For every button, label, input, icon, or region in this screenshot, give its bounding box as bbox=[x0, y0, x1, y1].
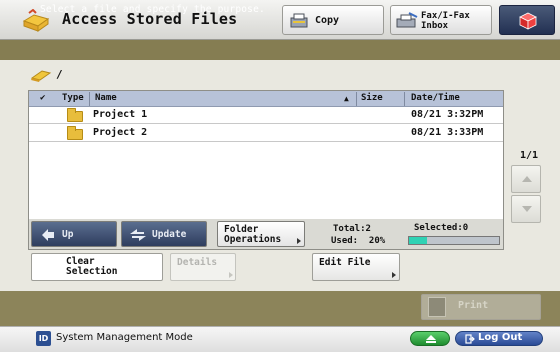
main-menu-button[interactable] bbox=[499, 5, 555, 35]
col-date[interactable]: Date/Time bbox=[411, 93, 460, 107]
menu-cube-icon bbox=[517, 10, 539, 32]
total-count: Total:2 Used: 20% bbox=[331, 223, 386, 247]
col-divider bbox=[404, 92, 405, 106]
file-name: Project 1 bbox=[93, 109, 148, 120]
arrow-down-icon bbox=[522, 206, 532, 212]
copy-label: Copy bbox=[315, 15, 340, 26]
selected-count: Selected:0 bbox=[414, 223, 469, 233]
folder-operations-button[interactable]: Folder Operations bbox=[217, 221, 305, 247]
col-divider bbox=[356, 92, 357, 106]
list-item[interactable]: Project 2 08/21 3:33PM bbox=[29, 126, 503, 142]
logout-icon bbox=[465, 334, 475, 344]
used-label: Used: 20% bbox=[331, 236, 386, 246]
id-badge-icon: ID bbox=[36, 331, 51, 346]
file-name: Project 2 bbox=[93, 127, 148, 138]
eject-button[interactable] bbox=[410, 331, 450, 346]
copy-icon bbox=[289, 12, 311, 30]
col-name[interactable]: Name bbox=[95, 93, 117, 107]
submenu-arrow-icon bbox=[392, 272, 396, 278]
system-mode-text: System Management Mode bbox=[56, 332, 193, 343]
instruction-bar bbox=[0, 40, 560, 60]
fax-icon bbox=[395, 12, 419, 30]
list-item[interactable]: Project 1 08/21 3:32PM bbox=[29, 108, 503, 124]
edit-file-button[interactable]: Edit File bbox=[312, 253, 400, 281]
col-check-icon[interactable]: ✔ bbox=[40, 93, 45, 107]
current-path: / bbox=[56, 68, 63, 81]
submenu-arrow-icon bbox=[229, 272, 233, 278]
fax-label-line1: Fax/I-Fax bbox=[421, 11, 470, 21]
clear-selection-button[interactable]: Clear Selection bbox=[31, 253, 163, 281]
details-button[interactable]: Details bbox=[170, 253, 236, 281]
up-button[interactable]: Up bbox=[31, 221, 117, 247]
folder-path-icon bbox=[30, 68, 52, 82]
col-divider bbox=[89, 92, 90, 106]
fax-inbox-button[interactable]: Fax/I-Fax Inbox bbox=[390, 5, 492, 35]
arrow-up-icon bbox=[522, 176, 532, 182]
eject-icon bbox=[425, 335, 437, 343]
copy-button[interactable]: Copy bbox=[282, 5, 384, 35]
folder-icon bbox=[67, 126, 83, 140]
page-up-button[interactable] bbox=[511, 165, 541, 193]
sort-ascending-icon[interactable]: ▲ bbox=[344, 94, 349, 108]
details-label: Details bbox=[177, 257, 218, 268]
col-type[interactable]: Type bbox=[62, 93, 84, 107]
refresh-icon bbox=[128, 228, 148, 242]
folder-ops-line2: Operations bbox=[224, 234, 282, 245]
update-label: Update bbox=[152, 229, 187, 240]
fax-label-line2: Inbox bbox=[421, 21, 449, 31]
print-label: Print bbox=[458, 300, 489, 311]
memory-usage-fill bbox=[409, 237, 427, 244]
logout-label: Log Out bbox=[478, 332, 523, 343]
total-label: Total:2 bbox=[333, 224, 371, 234]
page-indicator: 1/1 bbox=[520, 150, 539, 161]
submenu-arrow-icon bbox=[297, 238, 301, 244]
clear-line2: Selection bbox=[66, 266, 118, 277]
col-size[interactable]: Size bbox=[361, 93, 383, 107]
update-button[interactable]: Update bbox=[121, 221, 207, 247]
instruction-text: Select a file and specify the purpose. bbox=[40, 4, 265, 15]
edit-file-label: Edit File bbox=[319, 257, 371, 268]
arrow-up-icon bbox=[40, 228, 56, 241]
page-down-button[interactable] bbox=[511, 195, 541, 223]
folder-icon bbox=[67, 108, 83, 122]
file-date: 08/21 3:33PM bbox=[411, 127, 484, 138]
file-date: 08/21 3:32PM bbox=[411, 109, 484, 120]
up-label: Up bbox=[62, 229, 74, 240]
print-icon bbox=[428, 297, 446, 317]
